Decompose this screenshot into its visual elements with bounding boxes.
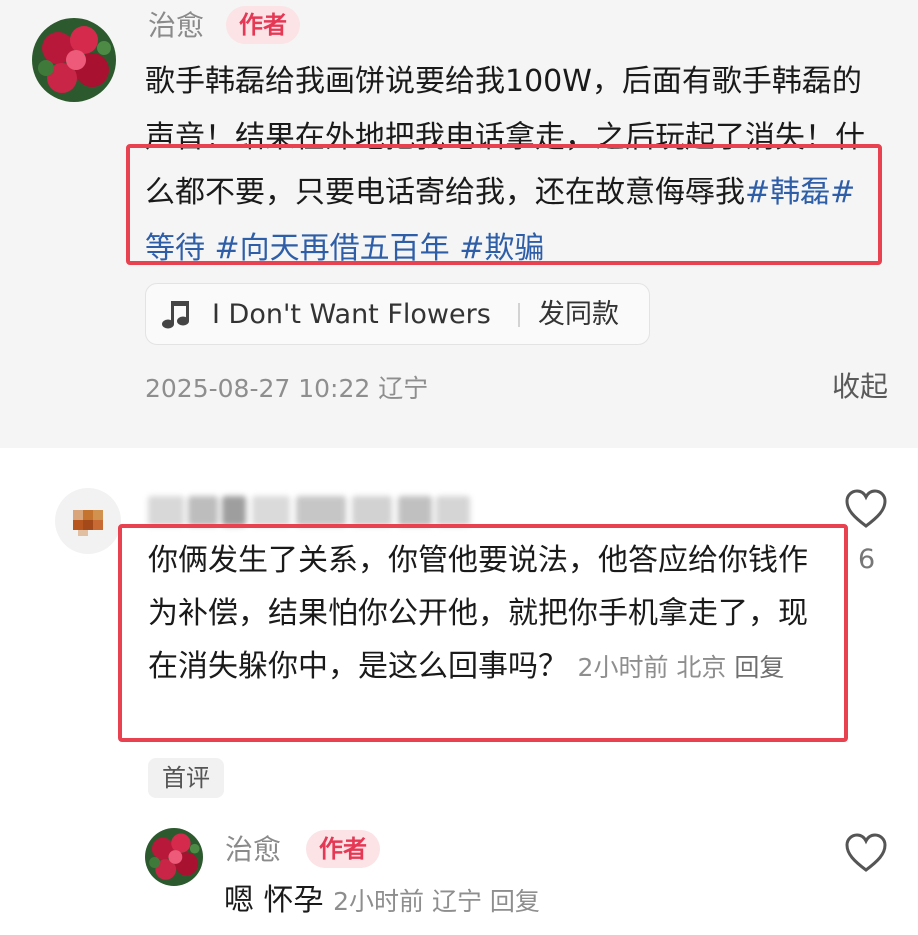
comment-like-count: 6 — [858, 544, 876, 575]
reply-heart-outline-icon[interactable] — [844, 833, 888, 873]
reply-author-username[interactable]: 治愈 — [225, 832, 281, 868]
music-title: I Don't Want Flowers — [212, 299, 491, 330]
reply-time: 2小时前 — [333, 887, 424, 916]
hashtag-hanlei[interactable]: #韩磊 — [745, 175, 830, 210]
post-meta: 2025-08-27 10:22 辽宁 — [145, 372, 428, 406]
reply-text: 嗯 怀孕 2小时前 辽宁 回复 — [224, 880, 540, 923]
comment-text: 你俩发生了关系，你管他要说法，他答应给你钱作为补偿，结果怕你公开他，就把你手机拿… — [148, 534, 828, 694]
reply-author-avatar[interactable] — [145, 828, 203, 886]
reply-meta: 2小时前 辽宁 回复 — [333, 887, 540, 916]
hashtag-deception[interactable]: #欺骗 — [459, 231, 544, 266]
reply-body: 嗯 怀孕 — [224, 883, 324, 918]
collapse-button[interactable]: 收起 — [832, 368, 888, 406]
author-username[interactable]: 治愈 — [148, 8, 204, 44]
commenter-username-blurred[interactable] — [148, 496, 470, 526]
post-date: 2025-08-27 10:22 — [145, 374, 371, 403]
comment-reply-button[interactable]: 回复 — [734, 653, 784, 682]
reply-author-badge: 作者 — [306, 830, 380, 868]
first-comment-tag: 首评 — [148, 758, 224, 798]
hashtag-song[interactable]: #向天再借五百年 — [215, 231, 450, 266]
heart-outline-icon[interactable] — [844, 489, 888, 529]
author-badge: 作者 — [226, 6, 300, 44]
post-text: 歌手韩磊给我画饼说要给我100W，后面有歌手韩磊的声音！结果在外地把我电话拿走，… — [145, 54, 885, 276]
music-divider — [518, 303, 520, 327]
reply-reply-button[interactable]: 回复 — [490, 887, 540, 916]
reply-location: 辽宁 — [431, 887, 482, 916]
comment-meta: 2小时前 北京 回复 — [578, 653, 785, 682]
post-location: 辽宁 — [378, 374, 429, 403]
commenter-avatar[interactable] — [55, 488, 121, 554]
author-avatar[interactable] — [32, 18, 116, 102]
use-music-button[interactable]: 发同款 — [538, 298, 619, 332]
comment-time: 2小时前 — [577, 653, 669, 682]
comment-location: 北京 — [676, 653, 727, 682]
music-chip[interactable]: I Don't Want Flowers 发同款 — [145, 283, 650, 345]
music-note-icon — [162, 301, 189, 329]
